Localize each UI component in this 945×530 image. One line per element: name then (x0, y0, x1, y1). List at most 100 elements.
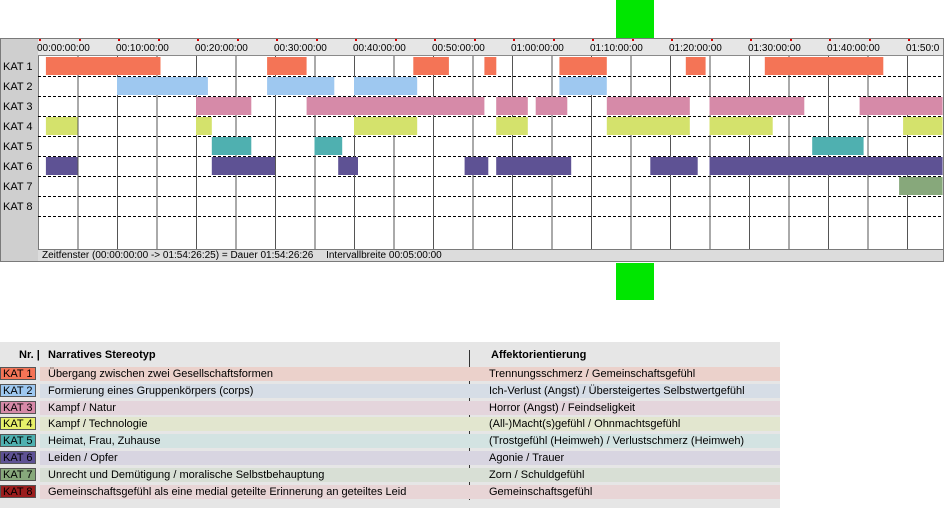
ruler-tick (276, 39, 278, 41)
time-tick-label: 01:30:00:00 (748, 43, 801, 54)
segment-kat-4 (45, 117, 78, 135)
segment-kat-3 (196, 97, 252, 115)
legend-header: Nr. | Narratives Stereotyp Affektorienti… (0, 342, 780, 366)
category-label: KAT 5 (3, 141, 33, 153)
legend-row-background (40, 451, 780, 465)
status-interval: Intervallbreite 00:05:00:00 (326, 250, 442, 261)
segment-kat-6 (45, 157, 78, 175)
ruler-tick (829, 39, 831, 41)
legend-affect: (Trostgefühl (Heimweh) / Verlustschmerz … (489, 435, 745, 448)
time-tick-label: 01:40:00:00 (827, 43, 880, 54)
category-label: KAT 1 (3, 61, 33, 73)
ruler-tick (118, 39, 120, 41)
legend-affect: (All-)Macht(s)gefühl / Ohnmachtsgefühl (489, 418, 681, 431)
segment-kat-4 (903, 117, 943, 135)
ruler-tick (789, 39, 792, 41)
category-label: KAT 8 (3, 201, 33, 213)
segment-kat-1 (45, 57, 161, 75)
legend-stereotype: Übergang zwischen zwei Gesellschaftsform… (48, 368, 273, 380)
category-label: KAT 4 (3, 121, 33, 133)
segment-kat-3 (859, 97, 943, 115)
status-window: Zeitfenster (00:00:00:00 -> 01:54:26:25)… (42, 250, 314, 261)
legend-stereotype: Kampf / Technologie (48, 418, 148, 431)
legend-row: KAT 8 Gemeinschaftsgefühl als eine medial… (0, 484, 780, 500)
time-tick-label: 01:50:0 (906, 43, 940, 54)
ruler-tick (78, 39, 81, 41)
category-labels: KAT 1 KAT 2 KAT 3 KAT 4 KAT 5 KAT 6 KAT 7 KAT 8 (1, 39, 39, 261)
legend-row-background (40, 400, 780, 415)
ruler-tick (315, 39, 318, 41)
ruler-tick (671, 39, 673, 41)
legend-swatch: KAT 4 (0, 417, 36, 431)
legend-affect: Ich-Verlust (Angst) / Übersteigertes Sel… (489, 384, 745, 397)
legend-swatch: KAT 7 (0, 467, 36, 481)
segment-kat-1 (267, 57, 307, 75)
time-tick-label: 00:30:00:00 (274, 43, 327, 54)
segment-kat-2 (267, 77, 335, 95)
segment-kat-5 (812, 137, 864, 155)
segment-kat-2 (354, 77, 418, 95)
legend-swatch: KAT 2 (0, 383, 36, 397)
time-tick-label: 01:20:00:00 (669, 43, 722, 54)
segment-kat-4 (709, 117, 773, 135)
legend-swatch: KAT 1 (0, 367, 36, 380)
ruler-tick (39, 39, 41, 41)
segment-kat-3 (535, 97, 568, 115)
ruler-tick (473, 39, 476, 41)
legend-stereotype: Gemeinschaftsgefühl als eine medial gete… (48, 485, 407, 498)
time-tick-label: 00:50:00:00 (432, 43, 485, 54)
ruler-tick (513, 39, 515, 41)
segment-kat-5 (211, 137, 252, 155)
ruler-tick (750, 39, 752, 41)
segment-kat-7 (899, 177, 943, 195)
segment-kat-4 (196, 117, 212, 135)
legend-row: KAT 5 Heimat, Frau, Zuhause (Trostgefühl (… (0, 433, 780, 449)
segment-kat-3 (606, 97, 690, 115)
ruler-tick (592, 39, 594, 41)
legend-row: KAT 1 Übergang zwischen zwei Gesellschaft… (0, 366, 780, 382)
green-marker-top (616, 0, 654, 38)
legend-swatch: KAT 6 (0, 451, 36, 464)
legend-affect: Zorn / Schuldgefühl (489, 468, 585, 481)
timeline-plot (38, 56, 943, 251)
segment-kat-4 (606, 117, 690, 135)
time-tick-label: 00:20:00:00 (195, 43, 248, 54)
ruler-tick (868, 39, 871, 41)
segment-kat-6 (338, 157, 358, 175)
legend-swatch: KAT 8 (0, 484, 36, 498)
ruler-tick (197, 39, 199, 41)
segment-kat-3 (496, 97, 528, 115)
legend-table: Nr. | Narratives Stereotyp Affektorienti… (0, 342, 780, 508)
ruler-tick (394, 39, 397, 41)
legend-header-affect: Affektorientierung (491, 349, 587, 361)
segment-kat-2 (117, 77, 208, 95)
segment-kat-3 (709, 97, 805, 115)
category-label: KAT 3 (3, 101, 33, 113)
category-label: KAT 6 (3, 161, 33, 173)
legend-stereotype: Unrecht und Demütigung / moralische Selb… (48, 468, 325, 481)
legend-affect: Gemeinschaftsgefühl (489, 485, 593, 498)
ruler-tick (434, 39, 436, 41)
legend-row: KAT 4 Kampf / Technologie (All-)Macht(s)ge… (0, 416, 780, 432)
segment-kat-1 (764, 57, 884, 75)
legend-stereotype: Heimat, Frau, Zuhause (48, 435, 161, 448)
time-tick-label: 00:10:00:00 (116, 43, 169, 54)
ruler-tick (552, 39, 555, 41)
segment-kat-5 (314, 137, 343, 155)
status-bar: Zeitfenster (00:00:00:00 -> 01:54:26:25)… (38, 249, 943, 261)
legend-swatch: KAT 3 (0, 400, 36, 414)
category-label: KAT 7 (3, 181, 33, 193)
legend-stereotype: Formierung eines Gruppenkörpers (corps) (48, 384, 254, 397)
category-label: KAT 2 (3, 81, 33, 93)
ruler-tick (355, 39, 357, 41)
segment-kat-1 (484, 57, 497, 75)
segment-kat-6 (709, 157, 943, 175)
legend-header-nr: Nr. | (19, 349, 40, 361)
time-tick-label: 00:00:00:00 (37, 43, 90, 54)
timeline-plot-svg (38, 56, 943, 251)
ruler-tick (236, 39, 239, 41)
segment-kat-2 (559, 77, 607, 95)
ruler-tick (710, 39, 713, 41)
green-marker-bottom (616, 263, 654, 300)
segment-kat-6 (496, 157, 572, 175)
